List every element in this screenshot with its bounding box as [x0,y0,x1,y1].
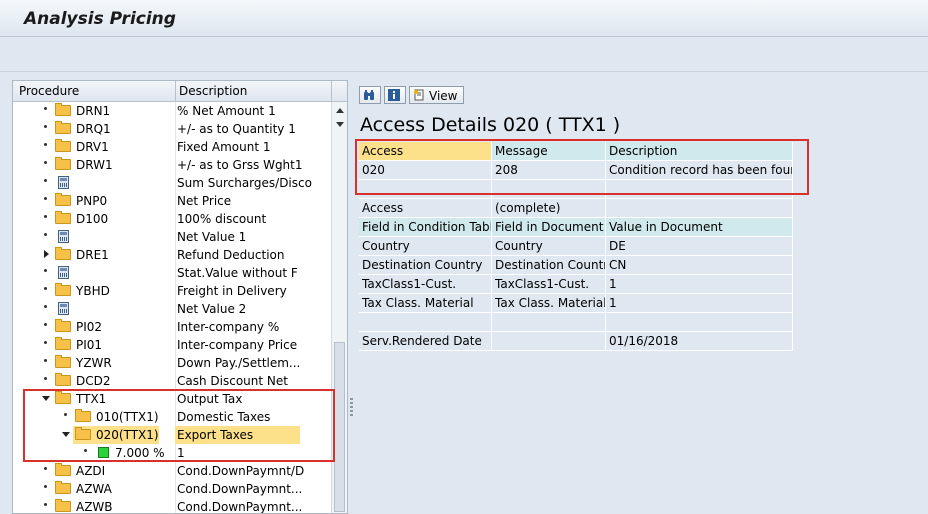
tree-row[interactable]: DRW1 +/- as to Grss Wght1 [13,156,331,174]
tree-row[interactable]: PNP0 Net Price [13,192,331,210]
folder-icon [55,283,71,296]
highlight-box-details [355,139,809,195]
tree-row[interactable]: DRV1 Fixed Amount 1 [13,138,331,156]
info-icon [388,89,400,101]
tree-row[interactable]: DRN1 % Net Amount 1 [13,102,331,120]
details-title: Access Details 020 ( TTX1 ) [360,114,621,136]
folder-icon [55,337,71,350]
tree-row[interactable]: DCD2 Cash Discount Net [13,372,331,390]
tree-header: Procedure Description [13,81,347,102]
folder-icon [55,319,71,332]
splitter-grip[interactable] [350,398,353,418]
folder-icon [55,373,71,386]
folder-icon [55,121,71,134]
info-button[interactable] [384,86,406,104]
tree-row[interactable]: Stat.Value without F [13,264,331,282]
tree-row[interactable]: Net Value 2 [13,300,331,318]
pricing-procedure-tree: Procedure Description DRN1 % Net Amount … [12,80,348,514]
calculator-icon [58,266,69,279]
folder-icon [55,463,71,476]
tree-row[interactable]: PI02 Inter-company % [13,318,331,336]
view-button[interactable]: View [409,86,464,104]
tree-row[interactable]: YZWR Down Pay./Settlem... [13,354,331,372]
tree-row[interactable]: AZWA Cond.DownPaymnt... [13,480,331,498]
window-title: Analysis Pricing [24,9,176,29]
tree-row[interactable]: DRE1 Refund Deduction [13,246,331,264]
access-details-pane: View Access Details 020 ( TTX1 ) Access … [355,80,928,514]
folder-icon [55,247,71,260]
highlight-box-tree [23,389,335,462]
scroll-down-icon[interactable] [336,122,344,127]
tree-row[interactable]: D100 100% discount [13,210,331,228]
folder-icon [55,157,71,170]
expand-arrow-icon[interactable] [44,250,49,258]
tree-row[interactable]: AZDI Cond.DownPaymnt/D [13,462,331,480]
folder-icon [55,211,71,224]
column-header-description[interactable]: Description [179,84,247,98]
tree-row[interactable]: PI01 Inter-company Price [13,336,331,354]
calculator-icon [58,302,69,315]
folder-icon [55,481,71,494]
folder-icon [55,355,71,368]
folder-icon [55,499,71,512]
calculator-icon [58,176,69,189]
folder-icon [55,139,71,152]
tree-row[interactable]: DRQ1 +/- as to Quantity 1 [13,120,331,138]
document-view-icon [414,89,424,101]
binoculars-icon [364,90,374,100]
binoculars-button[interactable] [359,86,381,104]
tree-row[interactable]: Net Value 1 [13,228,331,246]
column-header-procedure[interactable]: Procedure [19,84,79,98]
title-bar: Analysis Pricing [0,0,928,37]
application-toolbar [0,37,928,72]
folder-icon [55,103,71,116]
view-button-label: View [429,89,458,103]
tree-row[interactable]: Sum Surcharges/Disco [13,174,331,192]
tree-row[interactable]: AZWB Cond.DownPaymnt... [13,498,331,513]
scroll-thumb[interactable] [334,342,345,512]
tree-row[interactable]: YBHD Freight in Delivery [13,282,331,300]
scroll-up-icon[interactable] [336,108,344,113]
calculator-icon [58,230,69,243]
folder-icon [55,193,71,206]
